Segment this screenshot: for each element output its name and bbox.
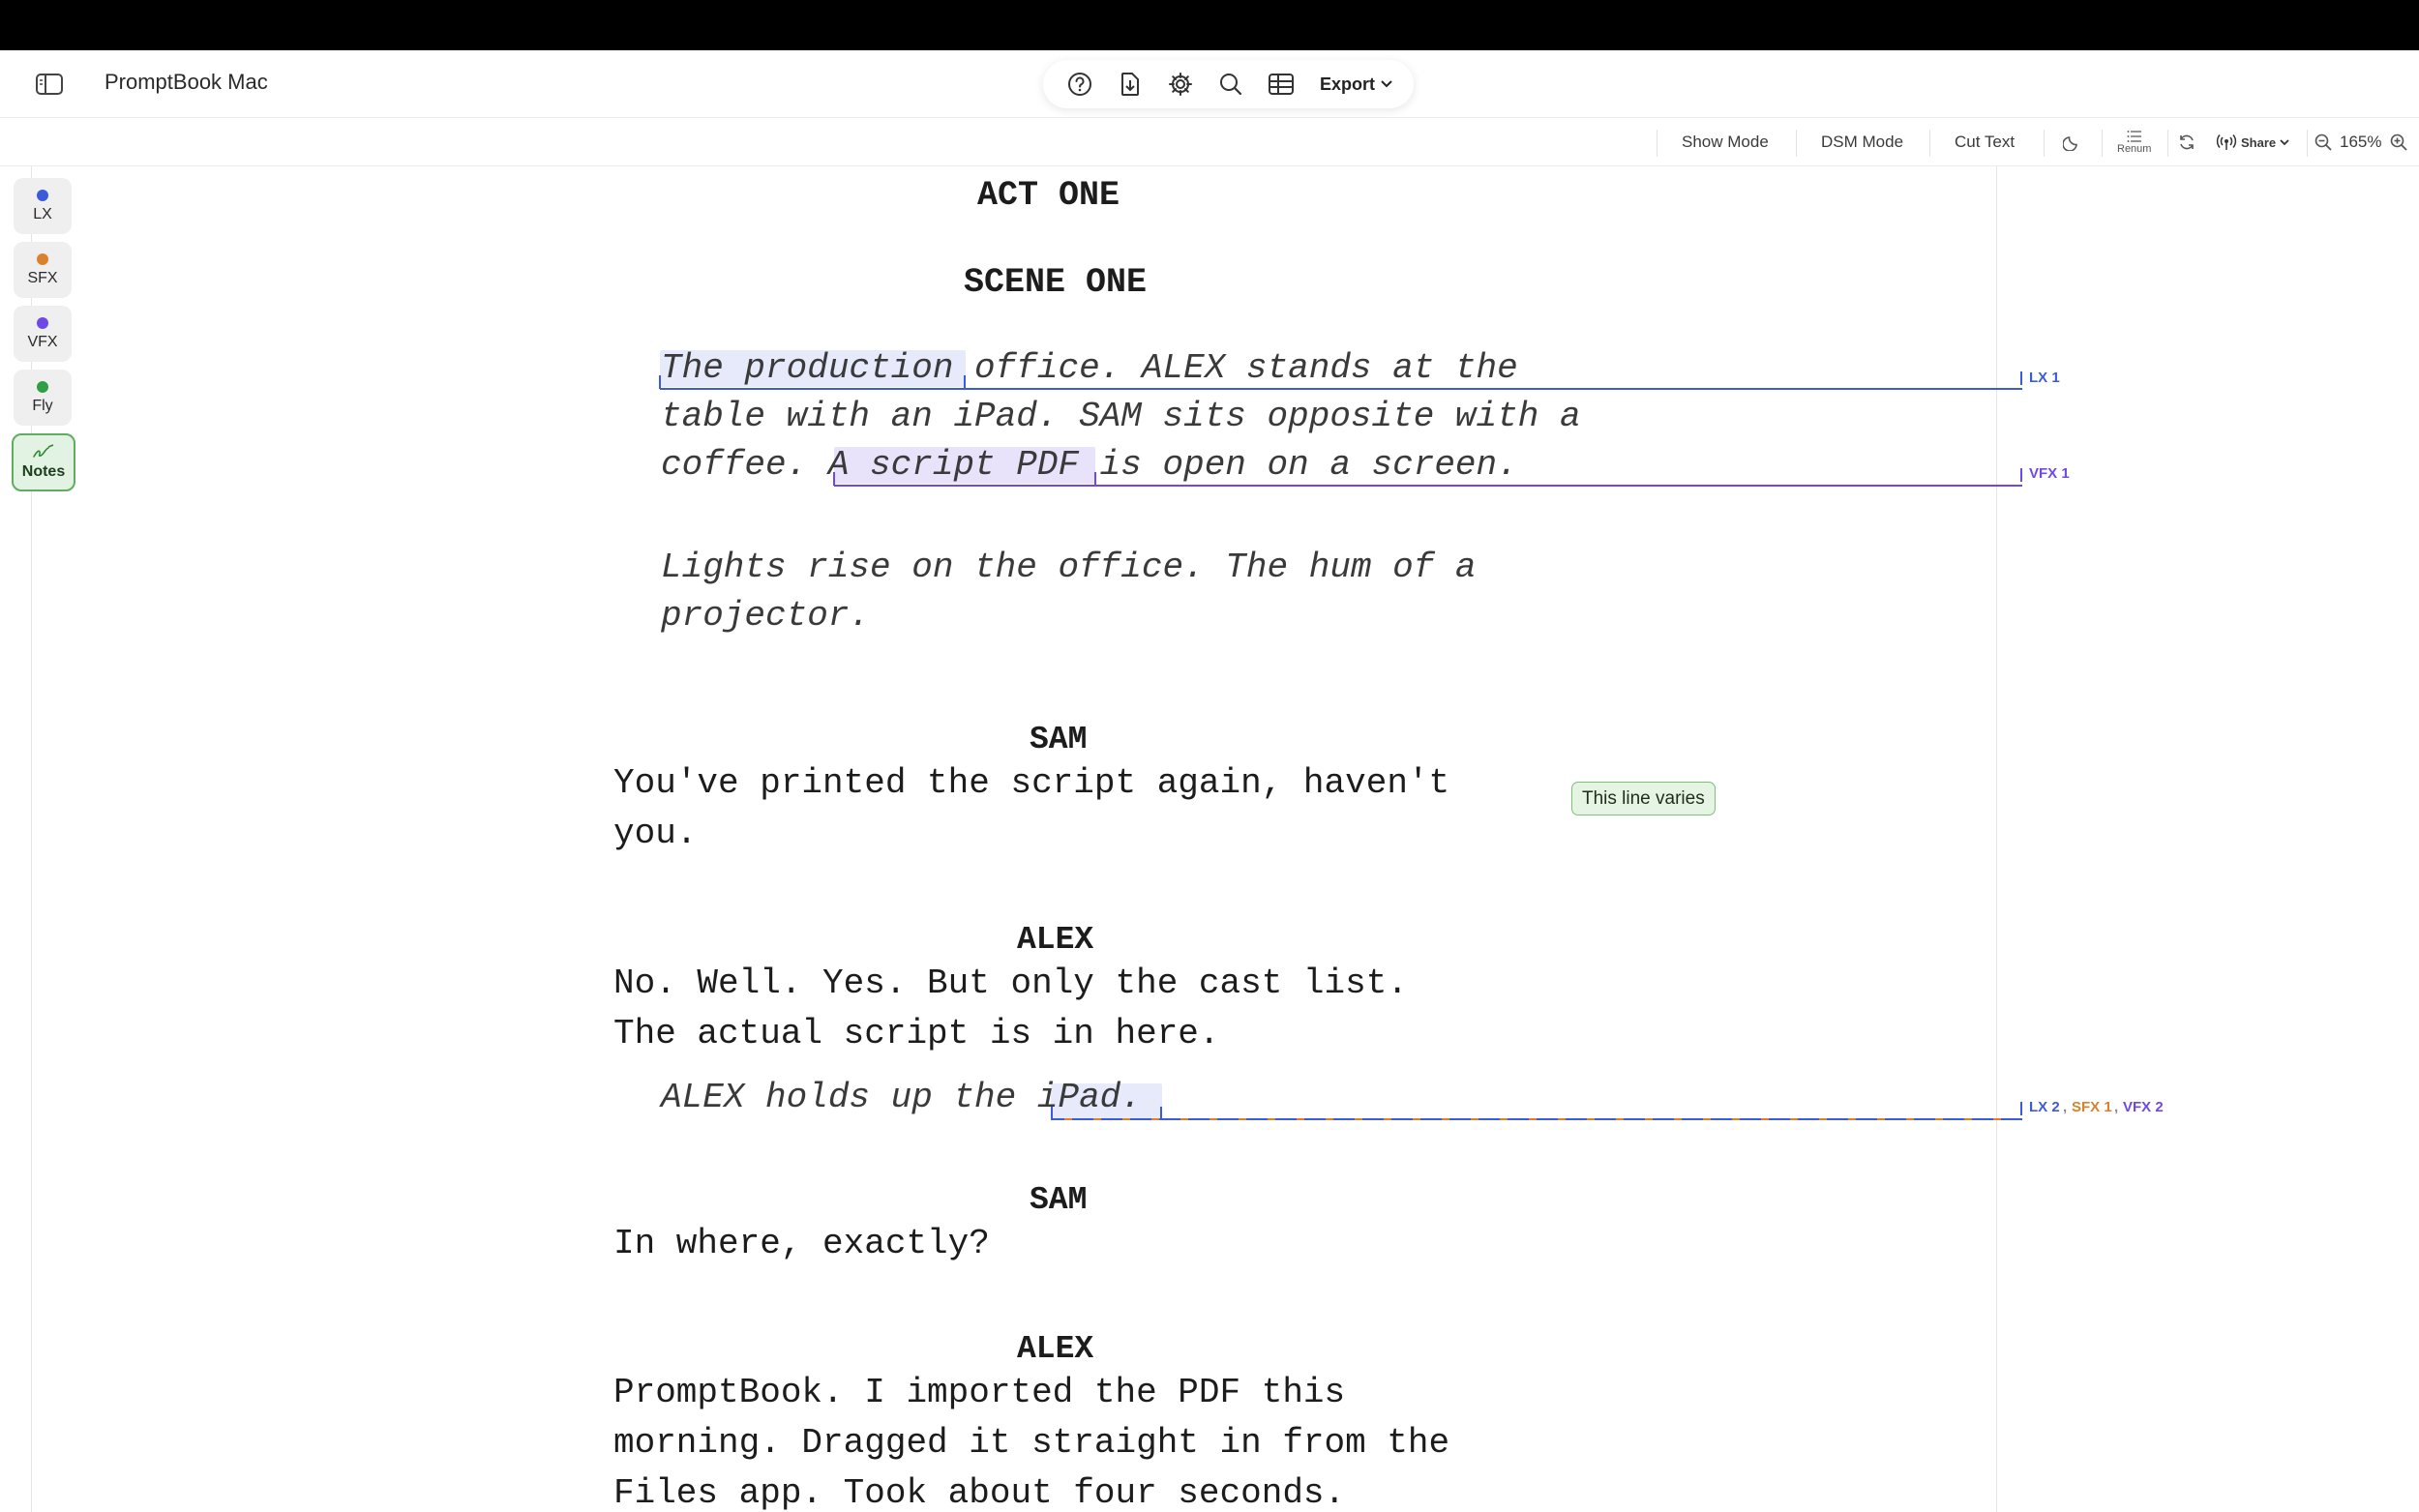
renumber-button[interactable]: Renum (2117, 118, 2151, 166)
fly-dot-icon (37, 380, 48, 393)
lx1-cue-line[interactable] (660, 388, 2022, 390)
zoom-in-icon[interactable] (2390, 118, 2407, 166)
sfx-dot-icon (37, 252, 48, 265)
dark-mode-icon[interactable] (2063, 118, 2080, 166)
divider (2044, 130, 2045, 157)
scene-heading: SCENE ONE (964, 263, 1148, 302)
cue-label-vfx1[interactable]: VFX 1 (2029, 465, 2070, 482)
dialogue-line[interactable]: PromptBook. I imported the PDF this morn… (613, 1368, 1449, 1512)
export-label: Export (1320, 74, 1376, 94)
lx-dot-icon (37, 189, 48, 201)
share-label: Share (2241, 134, 2277, 150)
renum-label: Renum (2117, 143, 2152, 155)
category-label: SFX (27, 269, 58, 286)
cue-tick (659, 375, 661, 389)
cue-tick (2020, 1102, 2022, 1115)
cue-separator: , (2114, 1099, 2119, 1115)
dialogue-line[interactable]: In where, exactly? (613, 1219, 990, 1269)
gear-icon[interactable] (1155, 60, 1206, 108)
vfx-dot-icon (37, 316, 48, 329)
broadcast-icon (2216, 134, 2237, 150)
category-lx-button[interactable]: LX (14, 178, 72, 234)
page-edge (1996, 166, 1997, 1512)
import-icon[interactable] (1105, 60, 1155, 108)
cue-label-lx2[interactable]: LX 2 (2029, 1099, 2060, 1115)
character-name: SAM (1030, 722, 1088, 757)
list-icon (2127, 131, 2141, 142)
refresh-icon[interactable] (2177, 118, 2196, 166)
search-icon[interactable] (1206, 60, 1256, 108)
pen-scribble-icon (33, 444, 54, 458)
cue-category-rail: LX SFX VFX Fly Notes (0, 166, 77, 1512)
act-heading: ACT ONE (977, 176, 1120, 215)
category-vfx-button[interactable]: VFX (14, 306, 72, 362)
category-label: LX (33, 205, 52, 222)
mode-toolbar: Show Mode DSM Mode Cut Text Renum Share … (0, 118, 2419, 166)
cue-label-lx1[interactable]: LX 1 (2029, 370, 2060, 386)
vfx1-cue-line[interactable] (834, 485, 2022, 487)
dialogue-line[interactable]: No. Well. Yes. But only the cast list. T… (613, 959, 1408, 1059)
line-note[interactable]: This line varies (1571, 782, 1716, 815)
multi-cue-line[interactable] (1051, 1118, 2022, 1120)
cut-text-button[interactable]: Cut Text (1955, 118, 2015, 166)
divider (2167, 130, 2168, 157)
cue-separator: , (2063, 1099, 2068, 1115)
divider (2102, 130, 2103, 157)
chevron-down-icon (1381, 80, 1392, 88)
dsm-mode-button[interactable]: DSM Mode (1821, 118, 1903, 166)
category-label: VFX (27, 333, 58, 350)
system-menu-bar (0, 0, 2419, 50)
help-icon[interactable] (1055, 60, 1105, 108)
sidebar-toggle-icon[interactable] (35, 72, 64, 97)
stage-direction: Lights rise on the office. The hum of a … (661, 548, 1477, 636)
character-name: ALEX (1017, 922, 1094, 958)
cue-label-sfx1[interactable]: SFX 1 (2072, 1099, 2112, 1115)
stage-direction: ALEX holds up the iPad. (661, 1078, 1142, 1117)
cue-tick (1094, 472, 1096, 486)
dialogue-line[interactable]: You've printed the script again, haven't… (613, 758, 1449, 859)
cue-tick (2020, 371, 2022, 385)
category-sfx-button[interactable]: SFX (14, 242, 72, 298)
category-label: Fly (32, 397, 53, 414)
cue-tick (964, 375, 966, 389)
stage-direction: The production office. ALEX stands at th… (661, 348, 1581, 485)
show-mode-button[interactable]: Show Mode (1682, 118, 1769, 166)
zoom-out-icon[interactable] (2314, 118, 2332, 166)
cue-tick (833, 472, 835, 486)
export-button[interactable]: Export (1306, 60, 1402, 108)
cue-label-vfx2[interactable]: VFX 2 (2123, 1099, 2164, 1115)
character-name: ALEX (1017, 1331, 1094, 1367)
divider (2307, 130, 2308, 157)
divider (1929, 130, 1930, 157)
app-title: PromptBook Mac (105, 70, 268, 94)
share-button[interactable]: Share (2216, 118, 2289, 166)
category-fly-button[interactable]: Fly (14, 370, 72, 426)
zoom-level: 165% (2340, 133, 2382, 151)
title-bar: PromptBook Mac Export (0, 50, 2419, 118)
character-name: SAM (1030, 1182, 1088, 1218)
notes-label: Notes (21, 463, 66, 480)
main-toolbar: Export (1043, 60, 1415, 108)
divider (1796, 130, 1797, 157)
chevron-down-icon (2280, 138, 2289, 145)
notes-button[interactable]: Notes (12, 433, 75, 491)
table-icon[interactable] (1256, 60, 1306, 108)
cue-tick (2020, 468, 2022, 482)
